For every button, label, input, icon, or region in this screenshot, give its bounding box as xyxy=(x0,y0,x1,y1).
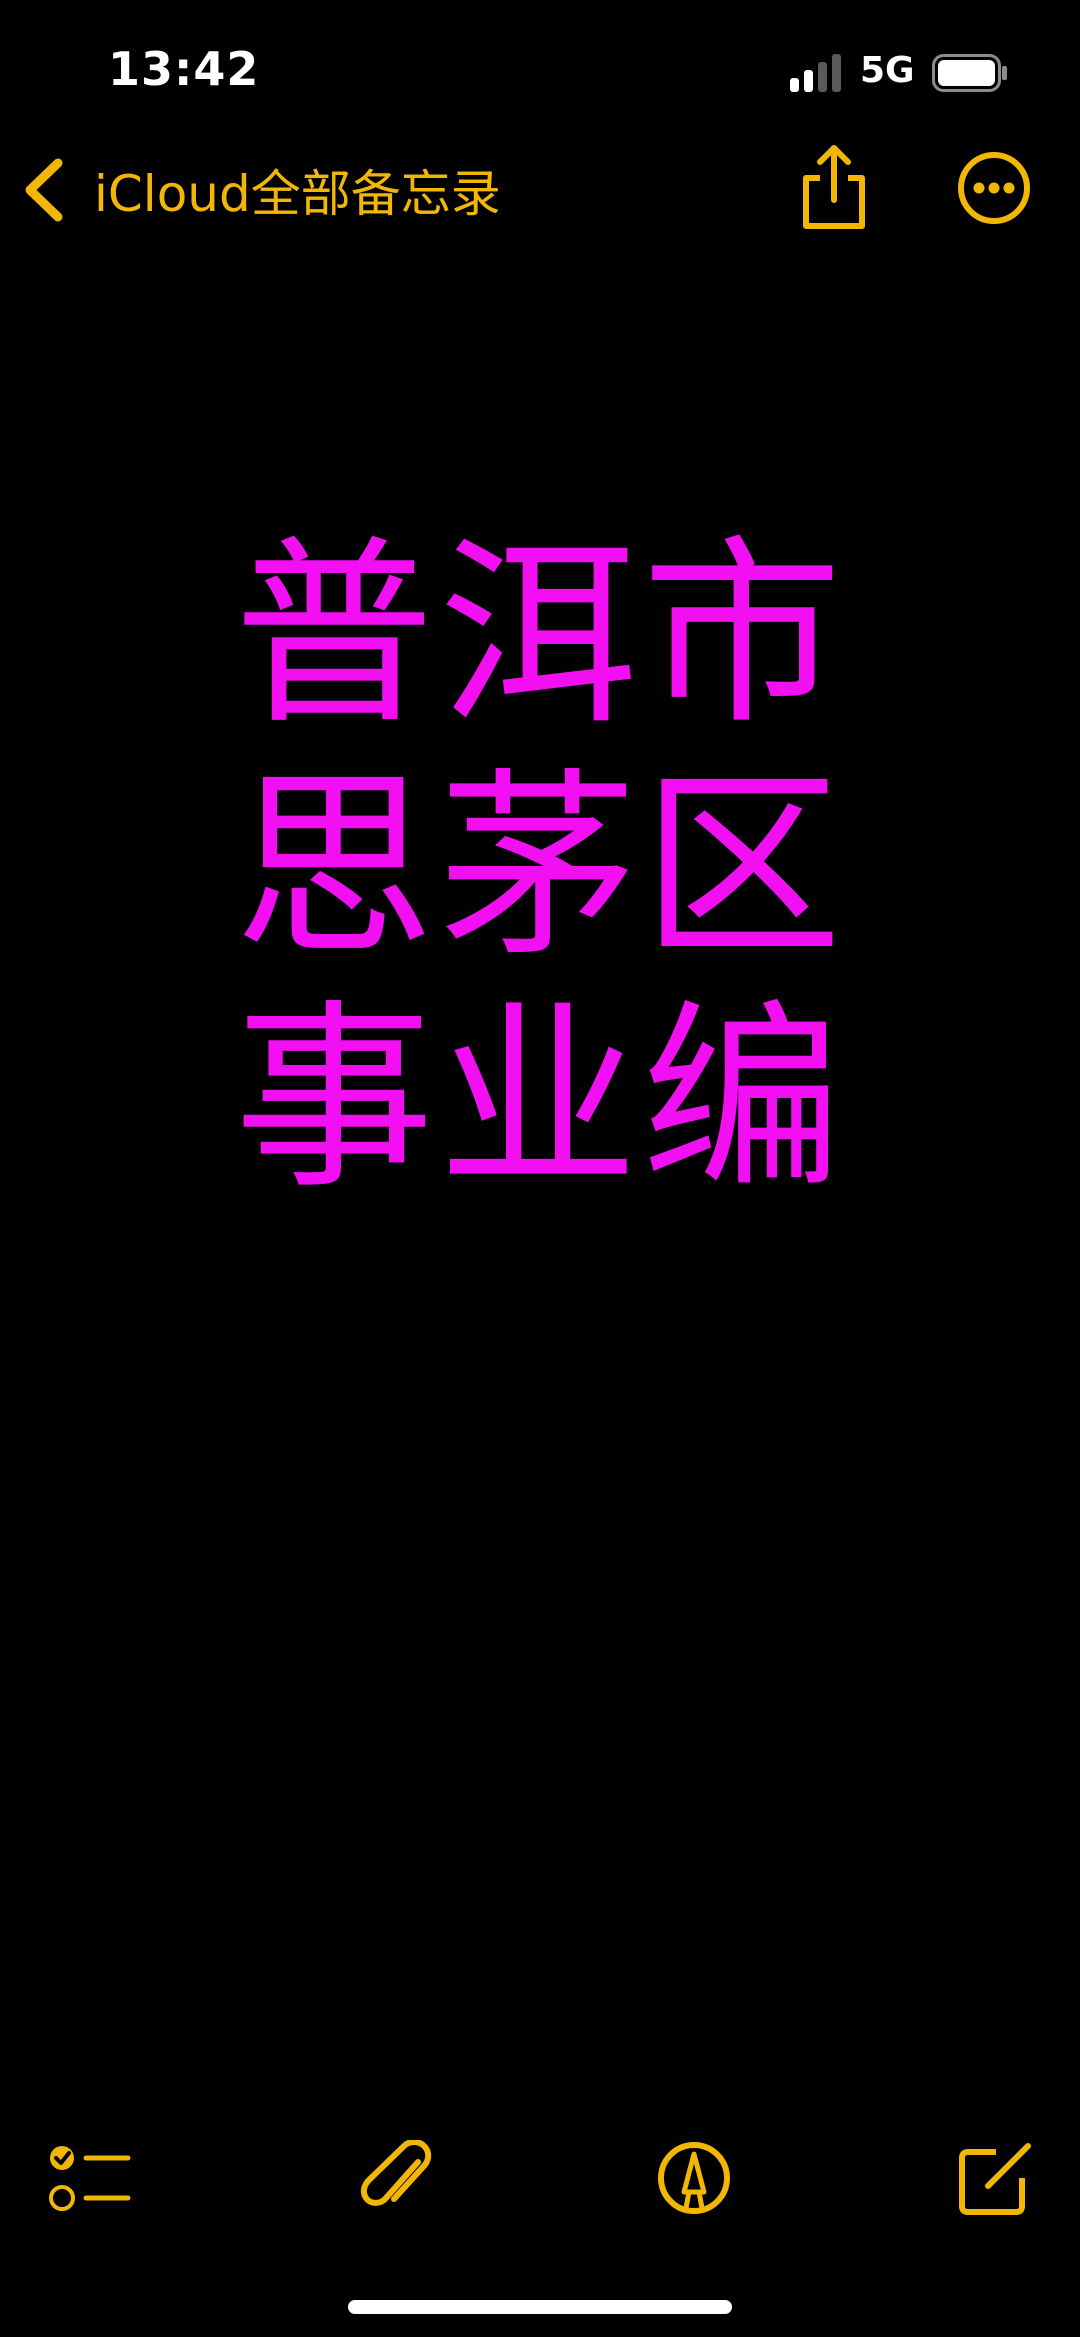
bottom-toolbar xyxy=(0,2130,1080,2230)
navigation-bar: iCloud全部备忘录 xyxy=(0,140,1080,240)
status-bar: 13:42 5G xyxy=(0,0,1080,130)
back-button-label: iCloud全部备忘录 xyxy=(94,165,501,223)
more-icon[interactable] xyxy=(956,150,1032,226)
compose-icon[interactable] xyxy=(956,2138,1036,2218)
note-line-3: 事业编 xyxy=(233,983,846,1216)
share-icon[interactable] xyxy=(796,142,872,230)
note-line-1: 普洱市 xyxy=(233,519,846,752)
note-line-2: 思茅区 xyxy=(233,751,846,984)
battery-icon xyxy=(932,54,1007,92)
status-time: 13:42 xyxy=(108,42,260,96)
network-label: 5G xyxy=(860,50,915,91)
note-body[interactable]: 普洱市 思茅区 事业编 xyxy=(0,520,1080,1216)
signal-icon xyxy=(790,54,841,92)
paperclip-icon[interactable] xyxy=(360,2140,434,2220)
markup-pen-icon[interactable] xyxy=(656,2140,732,2216)
checklist-icon[interactable] xyxy=(48,2142,132,2218)
home-indicator[interactable] xyxy=(348,2300,732,2314)
chevron-left-icon xyxy=(25,158,63,222)
back-button[interactable]: iCloud全部备忘录 xyxy=(20,150,501,230)
